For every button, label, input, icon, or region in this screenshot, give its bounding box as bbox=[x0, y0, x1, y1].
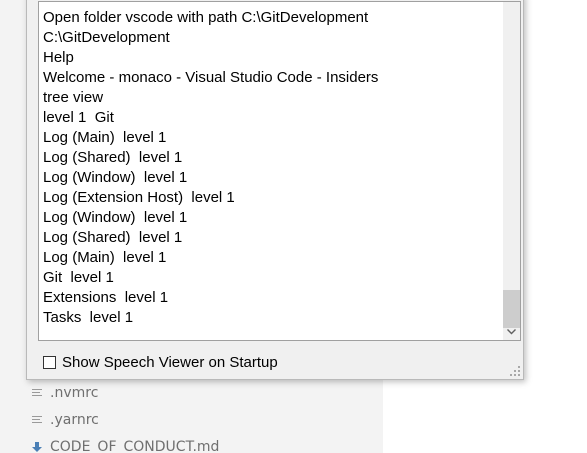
speech-line[interactable]: Help bbox=[43, 48, 378, 68]
resize-grip-icon[interactable] bbox=[510, 366, 520, 376]
file-row[interactable]: .yarnrc bbox=[32, 409, 99, 431]
speech-line[interactable]: Welcome - monaco - Visual Studio Code - … bbox=[43, 68, 378, 88]
show-on-startup-checkbox[interactable] bbox=[43, 355, 56, 369]
lines-icon bbox=[32, 415, 42, 425]
speech-line[interactable]: Log (Window) level 1 bbox=[43, 208, 378, 228]
file-name: CODE_OF_CONDUCT.md bbox=[50, 439, 220, 453]
vertical-scrollbar[interactable] bbox=[503, 2, 520, 340]
speech-line[interactable]: Git level 1 bbox=[43, 268, 378, 288]
speech-line[interactable]: Log (Extension Host) level 1 bbox=[43, 188, 378, 208]
speech-line[interactable]: Tasks level 1 bbox=[43, 308, 378, 328]
file-name: .yarnrc bbox=[50, 412, 99, 428]
speech-line[interactable]: Log (Shared) level 1 bbox=[43, 228, 378, 248]
lines-icon bbox=[32, 388, 42, 398]
speech-line[interactable]: level 1 Git bbox=[43, 108, 378, 128]
file-name: .nvmrc bbox=[50, 385, 99, 401]
speech-line[interactable]: C:\GitDevelopment bbox=[43, 28, 378, 48]
speech-lines: Open folder vscode with path C:\GitDevel… bbox=[43, 8, 378, 328]
scroll-down-button[interactable] bbox=[503, 323, 520, 340]
speech-viewer-dialog: Open folder vscode with path C:\GitDevel… bbox=[26, 0, 524, 380]
show-on-startup-row[interactable]: Show Speech Viewer on Startup bbox=[43, 353, 278, 371]
speech-line[interactable]: Log (Window) level 1 bbox=[43, 168, 378, 188]
show-on-startup-label[interactable]: Show Speech Viewer on Startup bbox=[62, 354, 278, 371]
speech-line[interactable]: Open folder vscode with path C:\GitDevel… bbox=[43, 8, 378, 28]
file-row[interactable]: .nvmrc bbox=[32, 382, 98, 404]
screen: ⚙ .nvmrc .yarnrc CODE_OF_CONDUCT.md Open… bbox=[0, 0, 587, 453]
speech-line[interactable]: Log (Main) level 1 bbox=[43, 248, 378, 268]
speech-line[interactable]: Log (Shared) level 1 bbox=[43, 148, 378, 168]
speech-line[interactable]: Log (Main) level 1 bbox=[43, 128, 378, 148]
file-row[interactable]: CODE_OF_CONDUCT.md bbox=[32, 436, 219, 453]
chevron-down-icon bbox=[507, 328, 516, 334]
speech-line[interactable]: Extensions level 1 bbox=[43, 288, 378, 308]
download-arrow-icon bbox=[32, 442, 42, 452]
speech-line[interactable]: tree view bbox=[43, 88, 378, 108]
speech-log-list[interactable]: Open folder vscode with path C:\GitDevel… bbox=[38, 1, 521, 341]
